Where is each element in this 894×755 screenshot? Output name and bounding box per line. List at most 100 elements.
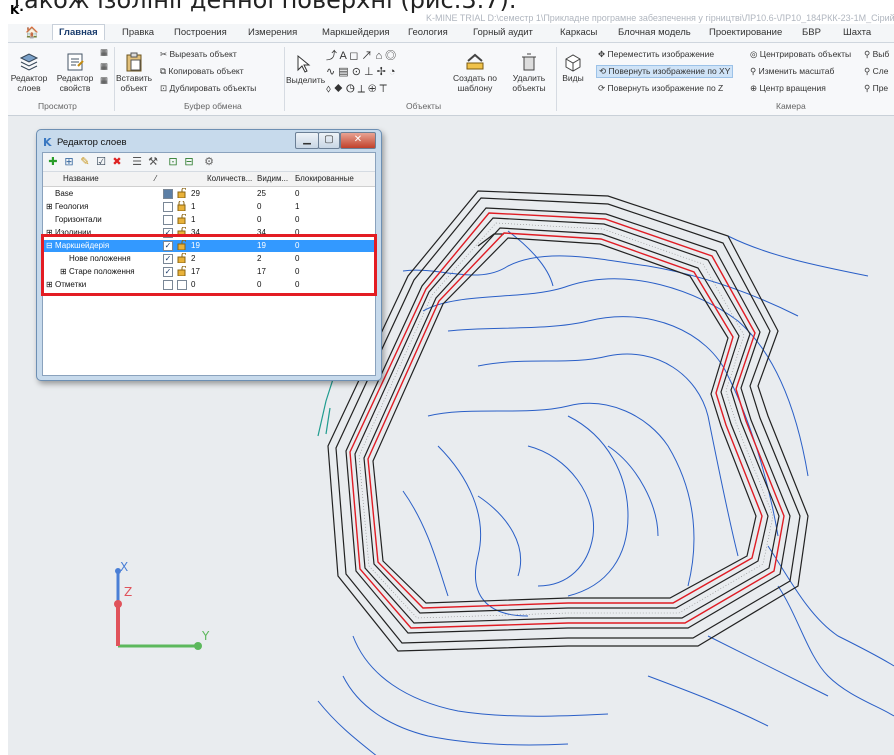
list-icon[interactable]: ☰ [131, 156, 143, 168]
next-icon: ⚲ [864, 66, 873, 76]
table-row[interactable]: Горизонтали 1 0 0 [43, 214, 375, 226]
duplicate-button[interactable]: ⊡ Дублировать объекты [160, 83, 256, 94]
group-objects-label: Объекты [406, 101, 442, 111]
delete-objects-button[interactable]: Удалить объекты [506, 51, 552, 93]
clipboard-icon [126, 52, 142, 72]
group-camera-label: Камера [776, 101, 806, 111]
layer-editor-button[interactable]: Редактор слоев [10, 51, 48, 93]
rotation-center-button[interactable]: ⊕ Центр вращения [750, 83, 826, 94]
draw-tools-row-1[interactable]: ⤴ A ◻ ↗ ⌂ ◎ [326, 47, 396, 63]
center-objects-button[interactable]: ◎ Центрировать объекты [750, 49, 851, 60]
delete-objects-label: Удалить объекты [512, 73, 546, 93]
tab-mining-audit[interactable]: Горный аудит [473, 27, 533, 38]
table-row[interactable]: Base 29 25 0 [43, 188, 375, 200]
view-small-icon-3[interactable]: ▦ [100, 75, 108, 86]
select-cursor-icon [297, 54, 311, 73]
tab-bvr[interactable]: БВР [802, 27, 821, 38]
paste-button[interactable]: Вставить объект [116, 51, 152, 93]
tab-home[interactable]: Главная [52, 24, 105, 40]
col-blocked[interactable]: Блокированные [295, 174, 354, 183]
draw-tools-row-3[interactable]: ⬨ ◆ ◷ ⊥ ⊕ ⊤ [326, 83, 387, 96]
copy-button[interactable]: ⧉ Копировать объект [160, 66, 244, 77]
col-count[interactable]: Количеств... [207, 174, 252, 183]
delete-layer-icon[interactable]: ✖ [111, 156, 123, 168]
rotate-z-label: Повернуть изображение по Z [607, 83, 724, 93]
create-by-template-label: Создать по шаблону [453, 73, 497, 93]
unlocked-icon[interactable] [177, 188, 186, 198]
view-small-icon-2[interactable]: ▦ [100, 61, 108, 72]
app-k-icon: K [43, 136, 52, 149]
rotate-z-button[interactable]: ⟳ Повернуть изображение по Z [598, 83, 723, 94]
ribbon-panel: Редактор слоев Редактор свойств ▦ ▦ ▦ Пр… [8, 43, 894, 116]
properties-editor-button[interactable]: Редактор свойств [54, 51, 96, 93]
cell-visible: 0 [257, 215, 262, 224]
visibility-checkbox[interactable] [163, 215, 173, 225]
tab-measurements[interactable]: Измерения [248, 27, 297, 38]
cell-count: 1 [191, 215, 196, 224]
add-layer-icon[interactable]: ✚ [47, 156, 59, 168]
home-icon[interactable]: 🏠 [25, 26, 39, 39]
draw-tools-row-2[interactable]: ∿ ▤ ⊙ ⊥ ✢ ◔ [326, 65, 396, 78]
tools-icon[interactable]: ⚒ [147, 156, 159, 168]
expand-toggle-icon[interactable]: ⊞ [46, 202, 53, 211]
tab-design[interactable]: Проектирование [709, 27, 782, 38]
close-button[interactable]: ✕ [340, 132, 376, 149]
change-scale-label: Изменить масштаб [758, 66, 835, 76]
col-visible[interactable]: Видим... [257, 174, 288, 183]
next-cut-button[interactable]: ⚲ Сле [864, 66, 888, 77]
table-header: Название ⁄ Количеств... Видим... Блокиро… [43, 172, 375, 187]
axis-x-label: X [120, 560, 128, 574]
app-window: K· K-MINE TRIAL D:\семестр 1\Прикладне п… [8, 2, 894, 755]
visibility-checkbox[interactable] [163, 202, 173, 212]
tab-frames[interactable]: Каркасы [560, 27, 597, 38]
select-label: Выделить [286, 75, 326, 85]
visibility-checkbox[interactable] [163, 189, 173, 199]
gear-icon[interactable]: ⚙ [203, 156, 215, 168]
rotate-xy-button[interactable]: ⟲ Повернуть изображение по XY [596, 65, 734, 78]
import-icon[interactable]: ⊡ [167, 156, 179, 168]
layer-name: Геология [55, 202, 89, 211]
window-title: K-MINE TRIAL D:\семестр 1\Прикладне прог… [426, 13, 894, 23]
properties-editor-label: Редактор свойств [56, 73, 94, 93]
prev-icon: ⚲ [864, 83, 873, 93]
properties-icon [67, 53, 84, 71]
tab-geology[interactable]: Геология [408, 27, 448, 38]
highlight-frame [41, 234, 377, 296]
pit-outer-contours [327, 190, 809, 652]
lock-icon[interactable] [177, 201, 186, 211]
layer-name: Горизонтали [55, 215, 102, 224]
check-icon[interactable]: ☑ [95, 156, 107, 168]
minimize-button[interactable]: ▁ [295, 132, 319, 149]
rotation-center-label: Центр вращения [759, 83, 826, 93]
move-image-button[interactable]: ✥ Переместить изображение [598, 49, 714, 60]
change-scale-button[interactable]: ⚲ Изменить масштаб [750, 66, 834, 77]
maximize-button[interactable]: ▢ [318, 132, 340, 149]
cell-blocked: 0 [295, 215, 300, 224]
layers-icon [19, 53, 39, 71]
divider [114, 47, 115, 111]
sort-arrow-icon: ⁄ [155, 174, 157, 183]
tab-mine[interactable]: Шахта [843, 27, 871, 38]
cell-count: 1 [191, 202, 196, 211]
add-sublayer-icon[interactable]: ⊞ [63, 156, 75, 168]
select-button[interactable]: Выделить [286, 53, 326, 85]
cube-icon [565, 54, 581, 72]
select-cut-button[interactable]: ⚲ Выб [864, 49, 889, 60]
view-small-icon-1[interactable]: ▦ [100, 47, 108, 58]
col-name[interactable]: Название [63, 174, 99, 183]
views-button[interactable]: Виды [558, 51, 588, 83]
table-row[interactable]: ⊞ Геология 1 0 1 [43, 201, 375, 213]
tab-survey[interactable]: Маркшейдерия [322, 27, 390, 38]
create-by-template-button[interactable]: Создать по шаблону [450, 51, 500, 93]
prev-cut-button[interactable]: ⚲ Пре [864, 83, 888, 94]
tab-edit[interactable]: Правка [122, 27, 154, 38]
tab-constructions[interactable]: Построения [174, 27, 227, 38]
export-icon[interactable]: ⊟ [183, 156, 195, 168]
tab-block-model[interactable]: Блочная модель [618, 27, 691, 38]
cell-blocked: 1 [295, 202, 300, 211]
edit-layer-icon[interactable]: ✎ [79, 156, 91, 168]
unlocked-icon[interactable] [177, 214, 186, 224]
layer-editor-label: Редактор слоев [10, 73, 48, 93]
duplicate-label: Дублировать объекты [169, 83, 257, 93]
cut-button[interactable]: ✂ Вырезать объект [160, 49, 237, 60]
